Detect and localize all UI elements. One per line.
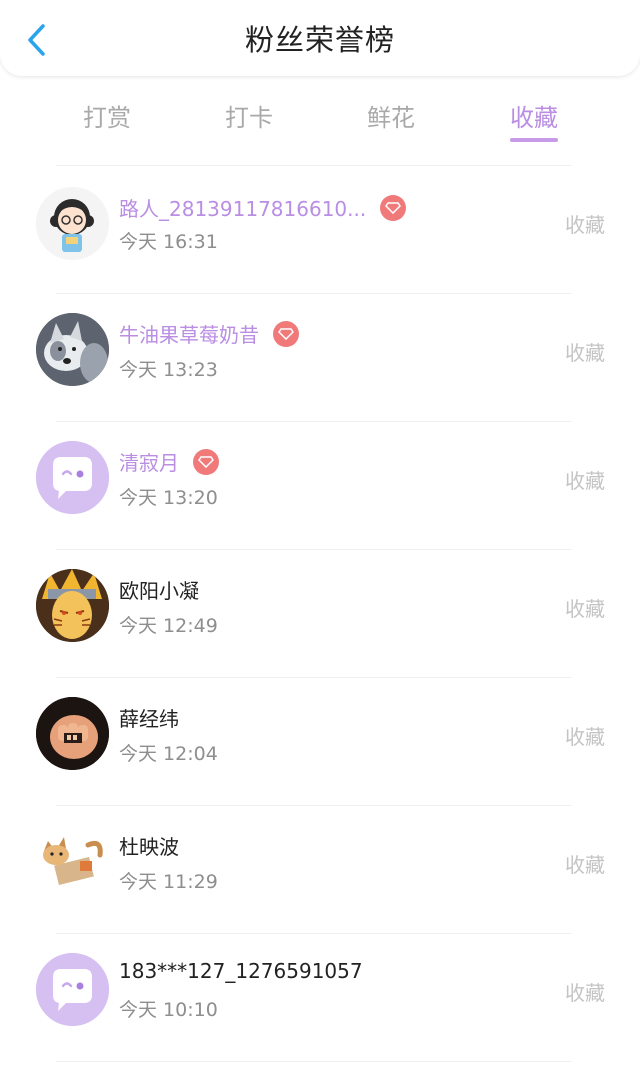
favorite-action[interactable]: 收藏 (565, 849, 605, 878)
default-chat-avatar (36, 953, 109, 1026)
tab-label: 收藏 (510, 104, 558, 132)
fan-name-line: 杜映波 (119, 831, 179, 860)
default-chat-avatar (36, 441, 109, 514)
favorite-action[interactable]: 收藏 (565, 721, 605, 750)
fan-time: 今天 12:04 (119, 743, 218, 765)
diamond-badge-icon (380, 194, 407, 221)
fan-time: 今天 13:20 (119, 487, 218, 509)
favorite-action[interactable]: 收藏 (565, 977, 605, 1006)
page-title: 粉丝荣誉榜 (244, 23, 395, 57)
fan-name: 清寂月 (119, 451, 179, 475)
fan-name-line: 183***127_1276591057 (119, 959, 363, 983)
fan-row[interactable]: 薛经纬 今天 12:04 收藏 (0, 677, 640, 805)
fan-row[interactable]: 欧阳小凝 今天 12:49 收藏 (0, 549, 640, 677)
tab-flowers[interactable]: 鲜花 (331, 88, 451, 148)
fan-name-line: 清寂月 (119, 447, 219, 476)
favorite-action[interactable]: 收藏 (565, 593, 605, 622)
fan-row[interactable]: 杜映波 今天 11:29 收藏 (0, 805, 640, 933)
fan-name-line: 牛油果草莓奶昔 (119, 319, 299, 348)
husky-dog-avatar (36, 313, 109, 386)
fan-row[interactable]: 清寂月 今天 13:20 收藏 (0, 421, 640, 549)
fan-name-line: 路人_28139117816610... (119, 193, 407, 222)
fan-name: 路人_28139117816610... (119, 197, 367, 221)
fan-name-line: 薛经纬 (119, 703, 179, 732)
cat-avatar (36, 825, 109, 898)
fan-time: 今天 10:10 (119, 999, 218, 1021)
fan-name-line: 欧阳小凝 (119, 575, 199, 604)
favorite-action[interactable]: 收藏 (565, 337, 605, 366)
tab-label: 打赏 (83, 104, 131, 132)
fist-avatar (36, 697, 109, 770)
divider (56, 1061, 572, 1062)
fan-name: 欧阳小凝 (119, 579, 199, 603)
fan-time: 今天 11:29 (119, 871, 218, 893)
tab-bar: 打赏 打卡 鲜花 收藏 (0, 88, 640, 148)
fan-name: 183***127_1276591057 (119, 959, 363, 983)
active-tab-underline (510, 138, 558, 142)
chevron-left-icon (28, 24, 45, 56)
favorite-action[interactable]: 收藏 (565, 465, 605, 494)
tab-favorites[interactable]: 收藏 (474, 88, 594, 148)
fan-row[interactable]: 牛油果草莓奶昔 今天 13:23 收藏 (0, 293, 640, 421)
diamond-badge-icon (193, 448, 219, 475)
tab-checkin[interactable]: 打卡 (189, 88, 309, 148)
fan-row[interactable]: 路人_28139117816610... 今天 16:31 收藏 (0, 165, 640, 293)
fan-name: 杜映波 (119, 835, 179, 859)
back-button[interactable] (18, 20, 54, 60)
fan-time: 今天 12:49 (119, 615, 218, 637)
tab-label: 鲜花 (367, 104, 415, 132)
tab-label: 打卡 (225, 104, 273, 132)
tab-reward[interactable]: 打赏 (47, 88, 167, 148)
cartoon-girl-avatar (36, 187, 109, 260)
fan-name: 牛油果草莓奶昔 (119, 323, 259, 347)
diamond-badge-icon (273, 320, 299, 347)
fan-time: 今天 13:23 (119, 359, 218, 381)
anime-ninja-avatar (36, 569, 109, 642)
fan-row[interactable]: 183***127_1276591057 今天 10:10 收藏 (0, 933, 640, 1061)
fan-time: 今天 16:31 (119, 231, 218, 253)
favorite-action[interactable]: 收藏 (565, 209, 605, 238)
top-bar: 粉丝荣誉榜 (0, 0, 640, 76)
fan-name: 薛经纬 (119, 707, 179, 731)
